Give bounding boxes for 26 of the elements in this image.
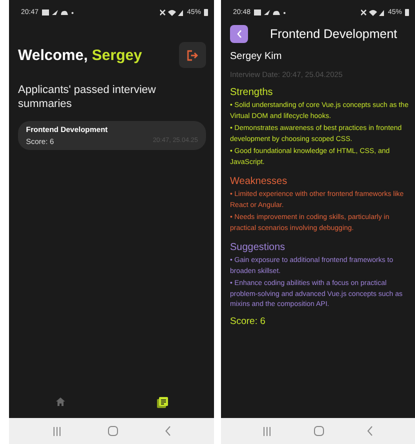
welcome-heading: Welcome, Sergey <box>18 46 142 64</box>
section-heading: Suggestions <box>230 242 286 253</box>
candidate-name: Sergey Kim <box>230 51 283 62</box>
total-score: Score: 6 <box>230 316 266 326</box>
home-button-icon[interactable] <box>314 426 324 436</box>
back-icon[interactable] <box>164 426 170 436</box>
home-icon[interactable] <box>56 397 65 406</box>
battery-icon <box>405 9 409 16</box>
logout-icon <box>187 50 198 60</box>
notification-icons-drawing <box>42 9 74 16</box>
notification-icons-drawing <box>254 9 286 16</box>
page-title: Frontend Development <box>270 27 398 41</box>
logout-button[interactable] <box>179 42 206 68</box>
recent-apps-icon[interactable] <box>262 426 271 436</box>
battery-icon <box>204 9 208 16</box>
signal-icons-drawing <box>360 9 385 16</box>
recent-apps-icon[interactable] <box>52 426 60 436</box>
documents-icon[interactable] <box>157 397 168 408</box>
back-icon[interactable] <box>367 426 374 436</box>
section-heading: Strengths <box>230 87 274 98</box>
chevron-left-icon <box>236 30 242 38</box>
section-heading: Weaknesses <box>230 176 288 187</box>
home-button-icon[interactable] <box>108 426 118 436</box>
signal-icons-drawing <box>160 9 184 16</box>
back-button[interactable] <box>230 25 248 43</box>
section-subtitle: Applicants' passed interview summaries <box>18 83 157 111</box>
